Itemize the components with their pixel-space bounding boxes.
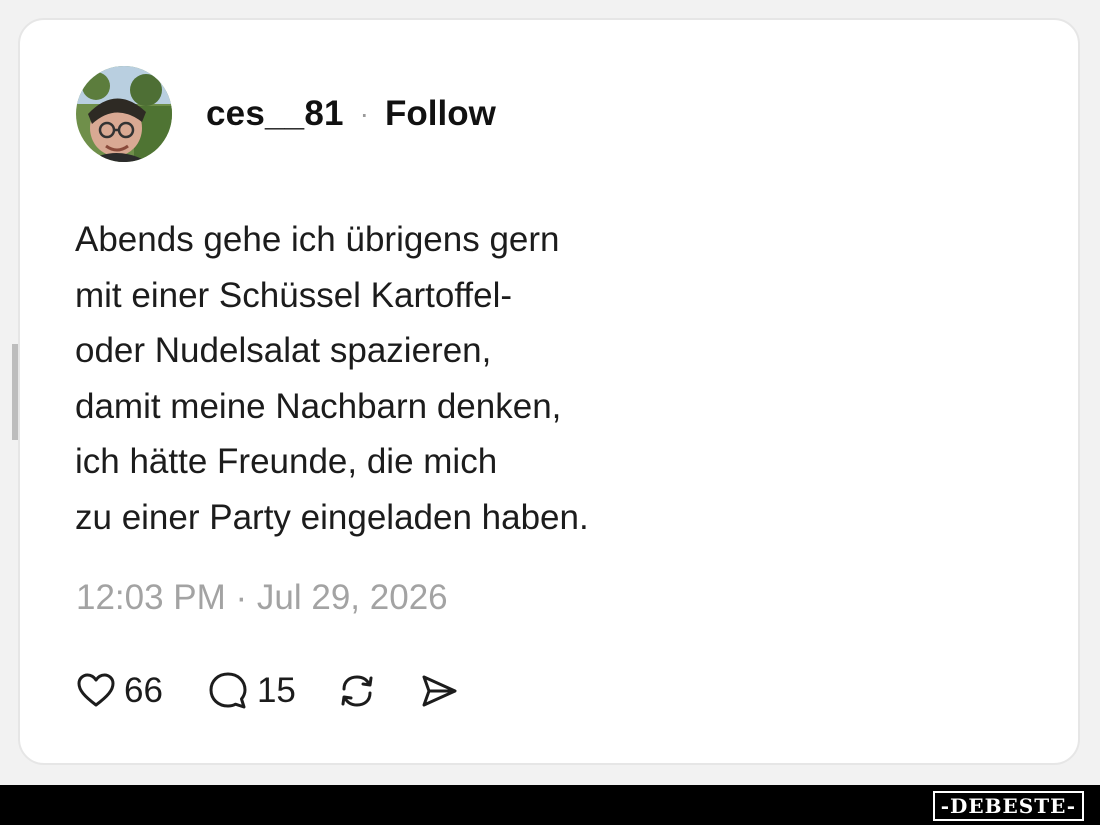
heart-icon <box>77 673 115 707</box>
post-text-line: mit einer Schüssel Kartoffel- <box>75 275 513 315</box>
repost-button[interactable] <box>336 670 378 712</box>
profile-photo-icon <box>76 66 172 162</box>
post-text-line: damit meine Nachbarn denken, <box>75 386 562 426</box>
post-text-line: Abends gehe ich übrigens gern <box>75 220 560 259</box>
send-icon <box>422 675 457 707</box>
post-timestamp[interactable]: 12:03 PM · Jul 29, 2026 <box>76 578 448 618</box>
watermark-footer: -DEBESTE- <box>0 785 1100 825</box>
action-bar: 66 15 <box>76 668 460 714</box>
share-button[interactable] <box>418 670 460 712</box>
post-text-line: ich hätte Freunde, die mich <box>75 442 498 481</box>
post-text-line: oder Nudelsalat spazieren, <box>75 331 492 370</box>
like-count: 66 <box>124 671 163 710</box>
follow-button[interactable]: Follow <box>385 94 496 134</box>
post-card: ces__81 · Follow Abends gehe ich übrigen… <box>18 18 1080 765</box>
comment-count: 15 <box>256 671 296 710</box>
post-header: ces__81 · Follow <box>76 64 496 164</box>
comment-button[interactable]: 15 <box>207 670 296 712</box>
avatar[interactable] <box>76 66 172 162</box>
like-button[interactable]: 66 <box>76 671 163 711</box>
username[interactable]: ces__81 <box>206 94 344 134</box>
repost-icon <box>341 675 373 707</box>
debeste-logo: -DEBESTE- <box>932 791 1084 821</box>
post-text: Abends gehe ich übrigens gern mit einer … <box>75 212 795 545</box>
post-text-line: zu einer Party eingeladen haben. <box>75 497 589 537</box>
header-separator: · <box>359 98 369 129</box>
comment-bubble-icon <box>209 672 247 709</box>
